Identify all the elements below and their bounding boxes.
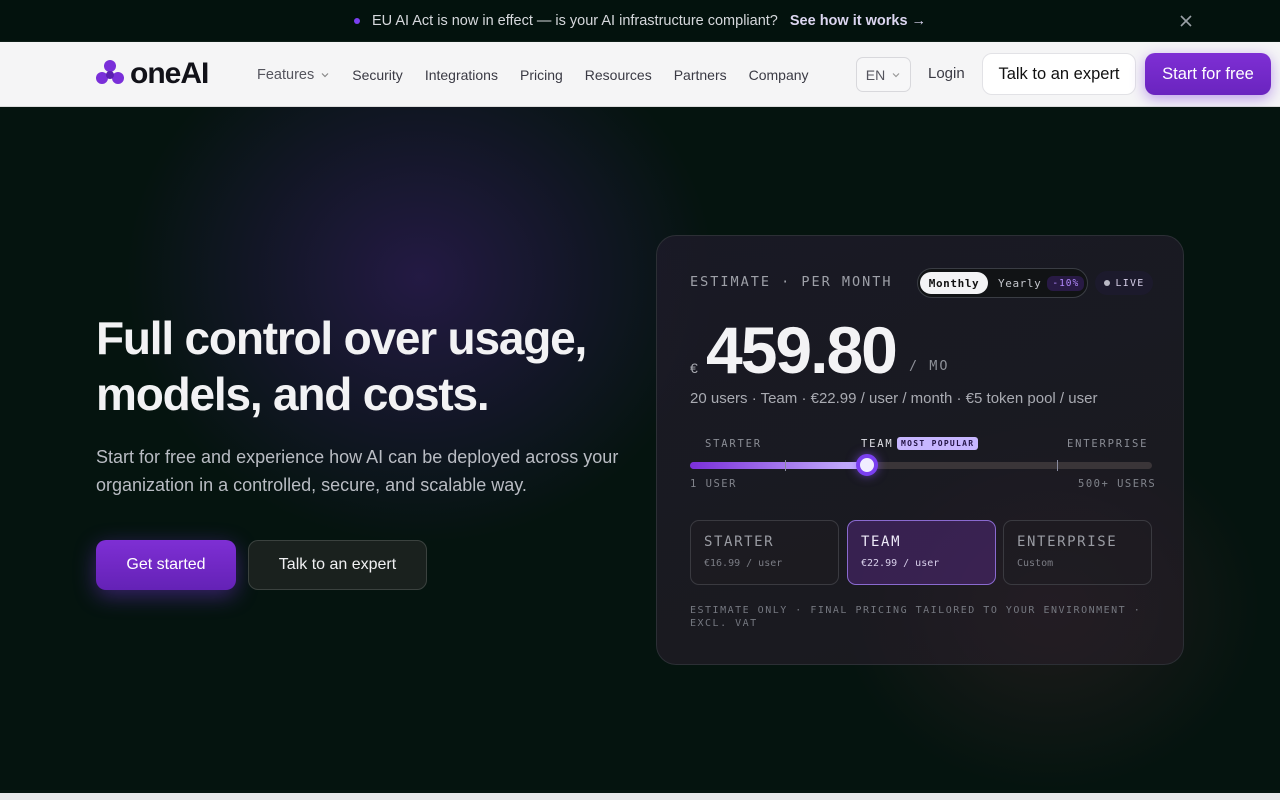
- logo-text: oneAI: [130, 57, 209, 90]
- slider-tick: [1057, 460, 1058, 471]
- plan-price: Custom: [1017, 558, 1054, 569]
- billing-toggle: Monthly Yearly -10%: [917, 268, 1088, 298]
- yearly-discount-badge: -10%: [1047, 275, 1085, 291]
- get-started-button[interactable]: Get started: [96, 540, 236, 590]
- announcement-message: EU AI Act is now in effect — is your AI …: [371, 12, 778, 29]
- chevron-down-icon: [321, 72, 329, 77]
- chevron-down-icon: [892, 72, 900, 77]
- price-period: / MO: [909, 358, 950, 374]
- users-slider-thumb[interactable]: [855, 454, 878, 476]
- main-menu: Features Security Integrations Pricing R…: [257, 42, 831, 107]
- nav-item-pricing[interactable]: Pricing: [520, 67, 563, 83]
- plan-card-starter[interactable]: STARTER €16.99 / user: [690, 520, 839, 585]
- currency-symbol: €: [690, 360, 698, 376]
- nav-item-resources[interactable]: Resources: [585, 67, 652, 83]
- toggle-yearly[interactable]: Yearly -10%: [998, 275, 1085, 291]
- nav-item-partners[interactable]: Partners: [674, 67, 727, 83]
- plan-price: €22.99 / user: [861, 558, 940, 569]
- logo[interactable]: oneAI: [96, 57, 209, 91]
- slider-label-starter: STARTER: [705, 438, 762, 450]
- logo-icon: [96, 60, 124, 84]
- live-badge: LIVE: [1095, 271, 1153, 295]
- hero-headline: Full control over usage, models, and cos…: [96, 310, 636, 422]
- headline-line: models, and costs.: [96, 368, 490, 420]
- nav-item-features[interactable]: Features: [257, 67, 330, 83]
- plan-name: STARTER: [704, 534, 775, 550]
- nav-item-label: Features: [257, 66, 315, 83]
- announcement-link[interactable]: See how it works →: [790, 13, 926, 29]
- slider-tick: [785, 460, 786, 471]
- close-icon[interactable]: [1178, 13, 1194, 29]
- live-dot-icon: [1103, 280, 1110, 286]
- plan-price: €16.99 / user: [704, 558, 783, 569]
- estimate-detail: 20 users · Team · €22.99 / user / month …: [690, 390, 1098, 407]
- plan-card-enterprise[interactable]: ENTERPRISE Custom: [1003, 520, 1152, 585]
- pricing-estimate-card: ESTIMATE · PER MONTH Monthly Yearly -10%…: [656, 235, 1184, 665]
- users-slider-fill: [690, 462, 867, 469]
- estimate-disclaimer: ESTIMATE ONLY · FINAL PRICING TAILORED T…: [690, 605, 1142, 629]
- announcement-bar: EU AI Act is now in effect — is your AI …: [0, 0, 1280, 42]
- nav-item-security[interactable]: Security: [352, 67, 403, 83]
- hero-subtext: Start for free and experience how AI can…: [96, 447, 619, 495]
- most-popular-badge: MOST POPULAR: [897, 437, 979, 450]
- slider-max-label: 500+ USERS: [1078, 478, 1157, 490]
- live-label: LIVE: [1115, 277, 1145, 289]
- nav-item-integrations[interactable]: Integrations: [425, 67, 498, 83]
- users-slider-track[interactable]: [690, 454, 1152, 476]
- announcement-dot: [353, 17, 360, 24]
- plan-name: ENTERPRISE: [1017, 534, 1118, 550]
- toggle-yearly-label: Yearly: [998, 276, 1042, 290]
- estimate-price: 459.80: [706, 313, 898, 387]
- slider-min-label: 1 USER: [690, 478, 737, 490]
- start-for-free-button[interactable]: Start for free: [1145, 53, 1271, 95]
- headline-line: Full control over usage,: [96, 312, 587, 364]
- talk-to-expert-hero-button[interactable]: Talk to an expert: [248, 540, 427, 590]
- top-navigation: oneAI Features Security Integrations Pri…: [0, 42, 1280, 107]
- plan-name: TEAM: [861, 534, 902, 550]
- language-label: EN: [865, 66, 886, 83]
- nav-item-company[interactable]: Company: [749, 67, 809, 83]
- talk-to-expert-button[interactable]: Talk to an expert: [982, 53, 1136, 95]
- language-selector[interactable]: EN: [856, 57, 911, 92]
- plan-card-team[interactable]: TEAM €22.99 / user: [847, 520, 996, 585]
- login-link[interactable]: Login: [928, 65, 965, 82]
- slider-label-enterprise: ENTERPRISE: [1067, 438, 1149, 450]
- estimate-label: ESTIMATE · PER MONTH: [690, 274, 893, 290]
- next-section-edge: [0, 793, 1280, 800]
- slider-label-team: TEAM: [861, 438, 894, 450]
- toggle-monthly[interactable]: Monthly: [920, 272, 988, 294]
